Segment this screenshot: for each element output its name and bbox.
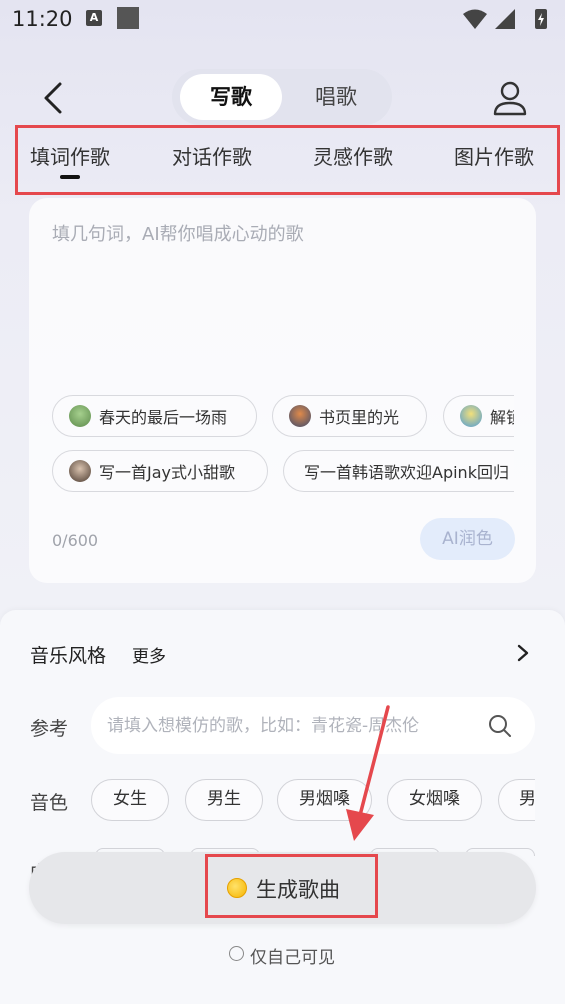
tab-sing-song[interactable]: 唱歌 (286, 74, 386, 120)
active-tab-indicator (60, 175, 80, 179)
reference-search-input[interactable] (91, 697, 535, 754)
suggestion-label: 写一首韩语歌欢迎Apink回归 (304, 463, 509, 482)
suggestion-chip[interactable]: 解锁 (443, 395, 514, 437)
wifi-icon (463, 9, 487, 29)
privacy-radio[interactable] (229, 946, 244, 961)
voice-label: 音色 (30, 792, 69, 814)
generate-highlight-box (205, 854, 378, 918)
suggestion-thumb-icon (460, 405, 482, 427)
tab-image[interactable]: 图片作歌 (454, 141, 534, 170)
privacy-label[interactable]: 仅自己可见 (250, 943, 335, 968)
lyrics-placeholder[interactable]: 填几句词，AI帮你唱成心动的歌 (52, 220, 304, 246)
voice-option-female-smoky[interactable]: 女烟嗓 (387, 779, 482, 821)
annotation-arrow-icon (346, 705, 390, 841)
suggestion-thumb-icon (289, 405, 311, 427)
app-notification-icon: A (86, 10, 102, 26)
suggestion-chip[interactable]: 写一首Jay式小甜歌 (52, 450, 268, 492)
suggestion-thumb-icon (69, 460, 91, 482)
search-icon[interactable] (488, 714, 512, 738)
tab-inspiration[interactable]: 灵感作歌 (313, 141, 393, 170)
suggestion-label: 春天的最后一场雨 (99, 408, 228, 427)
notification-square-icon (117, 7, 139, 29)
suggestion-chip[interactable]: 春天的最后一场雨 (52, 395, 257, 437)
suggestion-label: 解锁 (490, 408, 514, 427)
voice-option-more[interactable]: 男 (498, 779, 535, 821)
voice-option-female[interactable]: 女生 (91, 779, 169, 821)
suggestion-label: 书页里的光 (319, 408, 400, 427)
tab-write-song[interactable]: 写歌 (180, 74, 282, 120)
status-icons (463, 9, 547, 29)
suggestion-thumb-icon (69, 405, 91, 427)
music-style-label: 音乐风格 (30, 645, 107, 667)
music-style-more[interactable]: 更多 (132, 642, 166, 667)
profile-icon[interactable] (490, 78, 530, 118)
tab-fill-lyrics[interactable]: 填词作歌 (30, 141, 110, 170)
ai-polish-button[interactable]: AI润色 (420, 518, 515, 560)
voice-option-male[interactable]: 男生 (185, 779, 263, 821)
suggestion-chip[interactable]: 书页里的光 (272, 395, 427, 437)
reference-label: 参考 (30, 718, 69, 740)
back-icon[interactable] (36, 76, 76, 120)
signal-icon (495, 9, 515, 29)
char-counter: 0/600 (52, 531, 99, 550)
chevron-right-icon[interactable] (514, 642, 532, 664)
tab-dialogue[interactable]: 对话作歌 (172, 141, 252, 170)
status-time: 11:20 (12, 7, 73, 31)
suggestion-chip[interactable]: 写一首韩语歌欢迎Apink回归 (283, 450, 514, 492)
suggestion-label: 写一首Jay式小甜歌 (99, 463, 235, 482)
